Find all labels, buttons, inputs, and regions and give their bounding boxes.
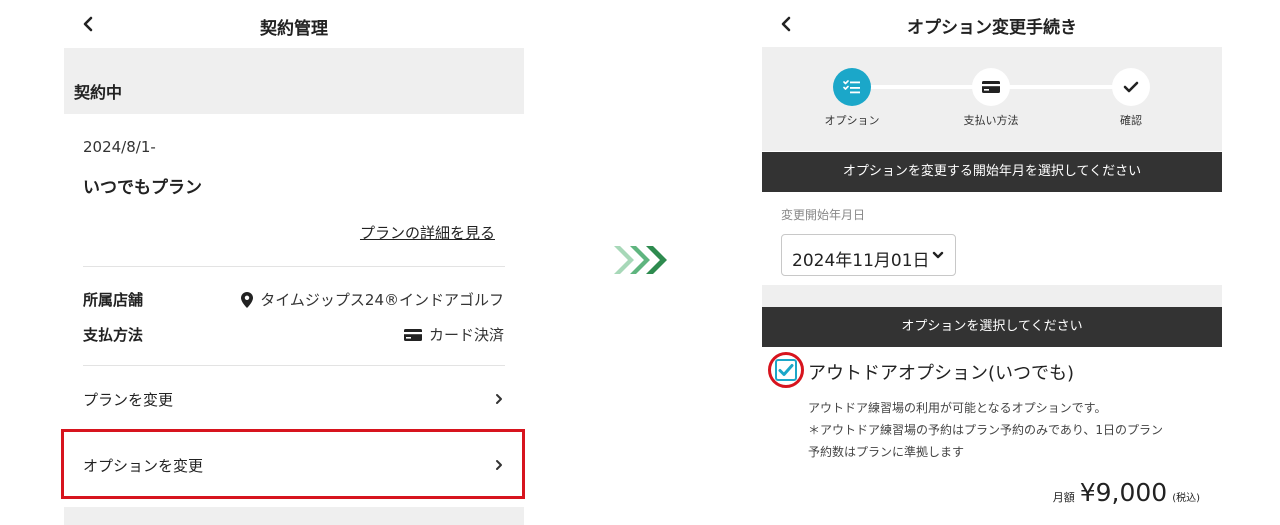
contract-status-banner: 契約中	[64, 48, 524, 114]
step-payment	[972, 68, 1010, 106]
chevron-down-icon	[932, 251, 944, 259]
divider	[83, 365, 505, 366]
list-check-icon	[843, 80, 860, 94]
step-confirm	[1112, 68, 1150, 106]
progress-stepper: オプション 支払い方法 確認	[762, 47, 1222, 151]
option-description-line: ＊アウトドア練習場の予約はプラン予約のみであり、1日のプラン	[808, 423, 1164, 437]
start-date-section-header: オプションを変更する開始年月を選択してください	[762, 152, 1222, 192]
payment-method: カード決済	[428, 326, 504, 344]
price-amount: ¥9,000	[1079, 478, 1168, 507]
option-description-line: 予約数はプランに準拠します	[808, 445, 965, 459]
store-label: 所属店舗	[83, 291, 144, 309]
price-suffix: (税込)	[1172, 493, 1200, 504]
change-plan-item[interactable]: プランを変更	[64, 367, 524, 431]
triple-chevron-arrow-icon	[614, 246, 667, 274]
location-pin-icon	[241, 291, 254, 308]
payment-value: カード決済	[403, 324, 504, 345]
step-label-option: オプション	[824, 114, 880, 127]
option-title: アウトドアオプション(いつでも)	[808, 363, 1075, 384]
section-gap	[762, 285, 1222, 307]
header: オプション変更手続き	[762, 0, 1222, 47]
highlight-box	[61, 429, 525, 499]
option-change-screen: オプション変更手続き オプション 支払い方法 確認 オプションを変更する開始年月…	[762, 0, 1222, 525]
option-section-header: オプションを選択してください	[762, 307, 1222, 347]
start-date-select[interactable]: 2024年11月01日	[781, 234, 956, 276]
selected-date: 2024年11月01日	[792, 251, 930, 271]
plan-name: いつでもプラン	[83, 178, 202, 198]
bottom-gray-area	[64, 507, 524, 525]
step-label-payment: 支払い方法	[963, 114, 1019, 127]
page-title: 契約管理	[260, 19, 328, 39]
plan-detail-link[interactable]: プランの詳細を見る	[360, 222, 495, 243]
start-date-label: 変更開始年月日	[781, 208, 866, 222]
change-plan-label: プランを変更	[83, 391, 174, 409]
chevron-right-icon	[496, 394, 502, 404]
header: 契約管理	[64, 0, 524, 48]
contract-start-date: 2024/8/1-	[83, 138, 156, 156]
store-name: タイムジップス24®インドアゴルフ	[260, 291, 504, 309]
payment-label: 支払方法	[83, 326, 144, 344]
page-title: オプション変更手続き	[907, 18, 1077, 38]
price-prefix: 月額	[1052, 491, 1075, 504]
step-option	[833, 68, 871, 106]
checkmark-icon	[778, 364, 794, 376]
checkmark-icon	[1123, 81, 1139, 93]
contract-status: 契約中	[74, 83, 123, 102]
contract-management-screen: 契約管理 契約中 2024/8/1- いつでもプラン プランの詳細を見る 所属店…	[61, 0, 525, 525]
credit-card-icon	[403, 328, 422, 341]
credit-card-icon	[982, 81, 1000, 93]
option-description-line: アウトドア練習場の利用が可能となるオプションです。	[808, 401, 1107, 415]
step-label-confirm: 確認	[1120, 114, 1142, 127]
divider	[83, 266, 505, 267]
store-value: タイムジップス24®インドアゴルフ	[241, 289, 504, 310]
outdoor-option-checkbox[interactable]	[775, 359, 797, 381]
option-price: 月額 ¥9,000 (税込)	[1053, 478, 1200, 507]
